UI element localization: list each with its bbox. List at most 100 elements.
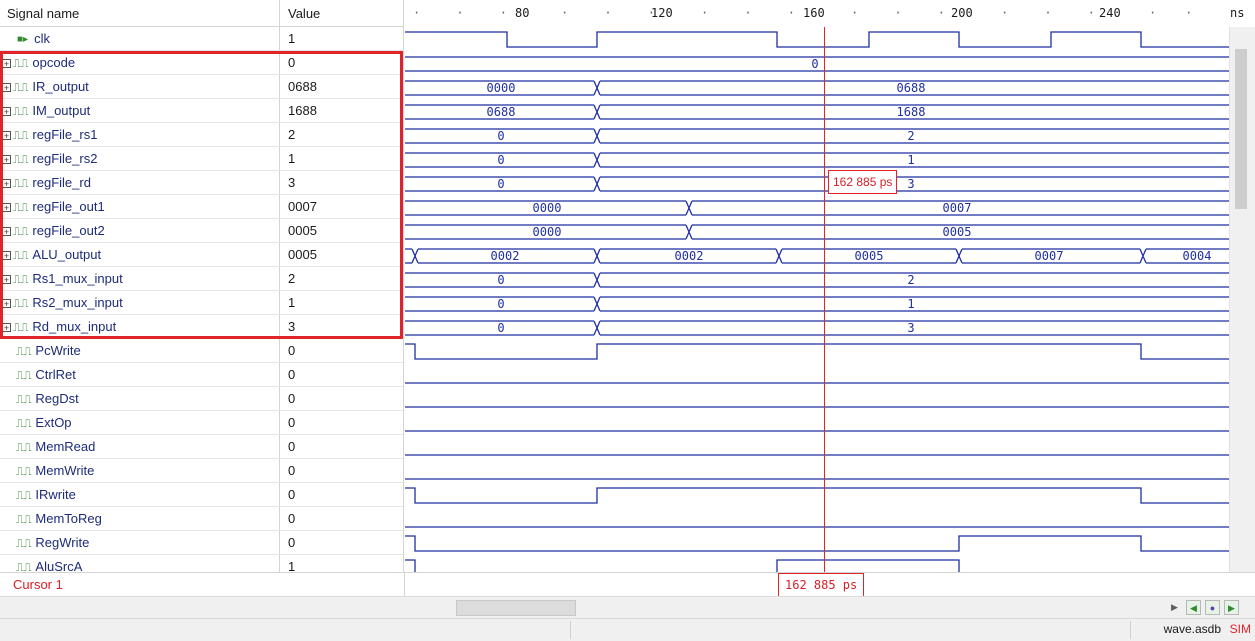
signal-name-cell[interactable]: + ⎍⎍ regFile_out1 [0,195,280,218]
cursor-time-box[interactable]: 162 885 ps [778,573,865,597]
signal-row[interactable]: + ⎍⎍ regFile_rs1 2 [0,123,405,147]
signal-row[interactable]: + ⎍⎍ IR_output 0688 [0,75,405,99]
signal-row[interactable]: ⎍⎍ MemRead 0 [0,435,405,459]
signal-row[interactable]: + ⎍⎍ regFile_out2 0005 [0,219,405,243]
signal-name-cell[interactable]: ⎍⎍ MemToReg [0,507,280,530]
signal-row[interactable]: ⎍⎍ RegWrite 0 [0,531,405,555]
signal-row[interactable]: + ⎍⎍ regFile_rd 3 [0,171,405,195]
signal-name-cell[interactable]: + ⎍⎍ Rs2_mux_input [0,291,280,314]
signal-name-label: MemToReg [35,511,102,526]
status-divider [1130,621,1131,639]
expand-icon[interactable]: + [2,131,11,141]
signal-row[interactable]: ■▸ clk 1 [0,27,405,51]
expand-icon[interactable]: + [2,299,11,309]
vertical-scrollbar[interactable] [1229,27,1255,572]
bus-value-label: 0007 [943,201,972,215]
ruler-dots: · · · [1001,6,1095,20]
waveform-canvas[interactable]: 00000 06880688 16880 20 10 30000 00070000 00050… [405,27,1255,572]
signal-row[interactable]: + ⎍⎍ ALU_output 0005 [0,243,405,267]
bus-value-label: 0000 [487,81,516,95]
signal-row[interactable]: + ⎍⎍ regFile_rs2 1 [0,147,405,171]
horizontal-scrollbar[interactable]: ◀ ▶ ◀ ● ▶ [0,596,1255,619]
signal-value: 2 [280,123,404,146]
expand-icon[interactable]: + [2,275,11,285]
expand-icon[interactable]: + [2,107,11,117]
horizontal-scroll-thumb[interactable] [456,600,576,616]
expand-icon[interactable]: + [2,59,11,69]
signal-row[interactable]: + ⎍⎍ Rd_mux_input 3 [0,315,405,339]
signal-value: 0005 [280,243,404,266]
signal-name-label: regFile_rd [32,175,91,190]
previous-edge-icon[interactable]: ◀ [1186,600,1201,615]
bus-signal-icon: ⎍⎍ [13,201,29,215]
bus-value-label: 1688 [897,105,926,119]
scroll-right-icon[interactable]: ▶ [1166,599,1183,616]
bus-value-label: 3 [907,321,914,335]
alusrca-wave [405,559,960,572]
signal-value: 0 [280,531,404,554]
bus-value-label: 0 [811,57,818,71]
signal-row[interactable]: ⎍⎍ MemToReg 0 [0,507,405,531]
signal-row[interactable]: + ⎍⎍ IM_output 1688 [0,99,405,123]
signal-name-label: MemRead [35,439,96,454]
signal-row[interactable]: ⎍⎍ ExtOp 0 [0,411,405,435]
signal-name-cell[interactable]: ■▸ clk [0,27,280,50]
signal-row[interactable]: ⎍⎍ IRwrite 0 [0,483,405,507]
expand-icon[interactable]: + [2,251,11,261]
cursor-name[interactable]: Cursor 1 [0,573,405,596]
signal-name-cell[interactable]: ⎍⎍ IRwrite [0,483,280,506]
signal-name-cell[interactable]: ⎍⎍ PcWrite [0,339,280,362]
signal-name-cell[interactable]: + ⎍⎍ regFile_out2 [0,219,280,242]
signal-name-cell[interactable]: + ⎍⎍ IM_output [0,99,280,122]
signal-name-cell[interactable]: + ⎍⎍ Rs1_mux_input [0,267,280,290]
signal-row[interactable]: ⎍⎍ RegDst 0 [0,387,405,411]
bus-value-label: 3 [907,177,914,191]
bus-wave [405,56,1255,72]
signal-value: 3 [280,315,404,338]
expand-icon[interactable]: + [2,227,11,237]
signal-name-cell[interactable]: ⎍⎍ CtrlRet [0,363,280,386]
signal-value: 0 [280,51,404,74]
vertical-scroll-thumb[interactable] [1235,49,1247,209]
cursor-line[interactable] [824,27,825,595]
signal-name-cell[interactable]: + ⎍⎍ ALU_output [0,243,280,266]
signal-name-cell[interactable]: ⎍⎍ MemWrite [0,459,280,482]
signal-name-cell[interactable]: + ⎍⎍ regFile_rd [0,171,280,194]
signal-row[interactable]: + ⎍⎍ Rs1_mux_input 2 [0,267,405,291]
signal-row[interactable]: + ⎍⎍ Rs2_mux_input 1 [0,291,405,315]
signal-value: 1 [280,291,404,314]
signal-row[interactable]: ⎍⎍ MemWrite 0 [0,459,405,483]
signal-name-cell[interactable]: ⎍⎍ RegDst [0,387,280,410]
waveform-area[interactable]: 0 0000 0688 0688 1688 0 2 0 1 0 3 0000 0007 0000 0005 0… [405,27,1255,572]
signal-name-label: clk [34,31,50,46]
bus-signal-icon: ⎍⎍ [13,249,29,263]
bus-signal-icon: ⎍⎍ [13,321,29,335]
signal-row[interactable]: ⎍⎍ PcWrite 0 [0,339,405,363]
center-cursor-icon[interactable]: ● [1205,600,1220,615]
value-header[interactable]: Value [280,0,404,27]
bus-value-label: 0 [497,273,504,287]
bus-signal-icon: ⎍⎍ [13,81,29,95]
signal-name-cell[interactable]: ⎍⎍ RegWrite [0,531,280,554]
signal-name-cell[interactable]: + ⎍⎍ IR_output [0,75,280,98]
signal-name-header[interactable]: Signal name [0,0,280,27]
expand-icon[interactable]: + [2,83,11,93]
expand-icon[interactable]: + [2,203,11,213]
time-ruler[interactable]: 80 120 160 200 240 ns · · · · · · · · · … [405,0,1255,27]
bus-value-label: 0688 [897,81,926,95]
signal-name-cell[interactable]: + ⎍⎍ regFile_rs1 [0,123,280,146]
signal-row[interactable]: + ⎍⎍ regFile_out1 0007 [0,195,405,219]
signal-name-cell[interactable]: + ⎍⎍ regFile_rs2 [0,147,280,170]
signal-name-cell[interactable]: ⎍⎍ ExtOp [0,411,280,434]
status-divider [570,621,571,639]
signal-name-cell[interactable]: + ⎍⎍ Rd_mux_input [0,315,280,338]
signal-name-cell[interactable]: ⎍⎍ MemRead [0,435,280,458]
expand-icon[interactable]: + [2,179,11,189]
signal-row[interactable]: + ⎍⎍ opcode 0 [0,51,405,75]
signal-row[interactable]: ⎍⎍ CtrlRet 0 [0,363,405,387]
expand-icon[interactable]: + [2,155,11,165]
expand-icon[interactable]: + [2,323,11,333]
signal-name-label: MemWrite [35,463,95,478]
signal-name-cell[interactable]: + ⎍⎍ opcode [0,51,280,74]
next-edge-icon[interactable]: ▶ [1224,600,1239,615]
